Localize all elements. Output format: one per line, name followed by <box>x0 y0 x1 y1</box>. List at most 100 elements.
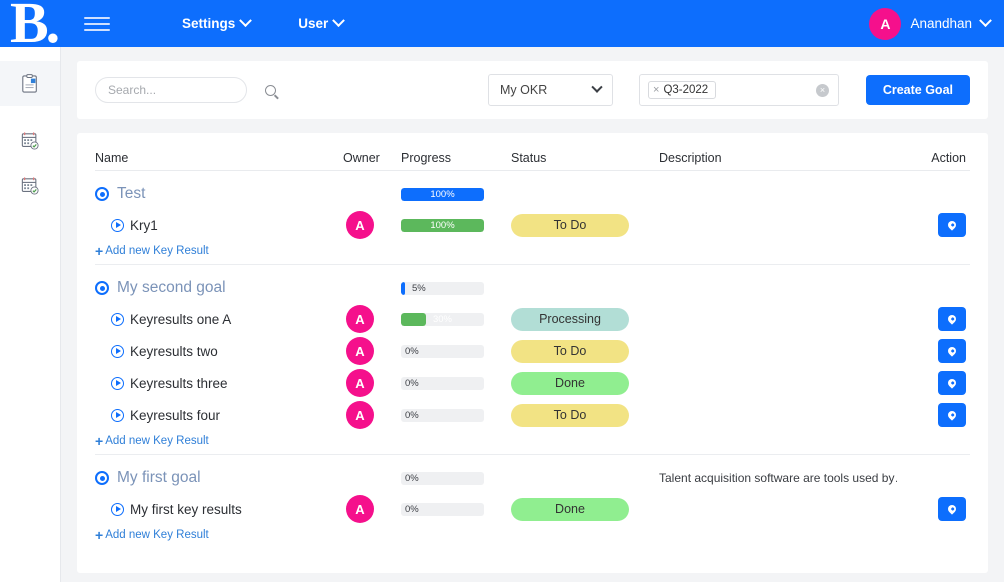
owner-cell: A <box>343 305 401 333</box>
goal-row: My second goal 5% <box>95 265 970 303</box>
nav-item-user[interactable]: User <box>298 14 346 31</box>
play-circle-icon <box>111 218 124 232</box>
key-result-progress-cell: 30% <box>401 312 511 326</box>
clear-tags-icon[interactable]: × <box>816 83 829 97</box>
locate-goal-button[interactable] <box>938 371 966 395</box>
key-result-status-cell: To Do <box>511 339 659 363</box>
key-result-name-label: Keyresults four <box>130 407 221 423</box>
column-header-action: Action <box>931 150 966 165</box>
key-result-name[interactable]: Keyresults one A <box>95 312 343 327</box>
goal-name-label: My second goal <box>117 279 226 296</box>
add-key-result-link[interactable]: + Add new Key Result <box>95 528 970 542</box>
key-result-name[interactable]: Keyresults three <box>95 376 343 391</box>
key-result-name-label: My first key results <box>130 501 242 517</box>
progress-label: 5% <box>412 282 426 294</box>
action-cell <box>897 497 970 521</box>
key-result-name[interactable]: Keyresults four <box>95 408 343 423</box>
avatar: A <box>346 337 374 365</box>
owner-cell: A <box>343 337 401 365</box>
play-circle-icon <box>111 502 124 516</box>
locate-goal-button[interactable] <box>938 403 966 427</box>
avatar: A <box>346 495 374 523</box>
goal-row: My first goal 0% Talent acquisition softwa… <box>95 455 970 493</box>
action-cell <box>897 213 970 237</box>
map-pin-icon <box>946 219 958 231</box>
progress-bar: 100% <box>401 218 484 232</box>
key-result-progress-cell: 0% <box>401 344 511 358</box>
sidebar-item-calendar-1[interactable] <box>0 118 60 163</box>
goal-name[interactable]: My second goal <box>95 279 343 297</box>
nav-user-label: User <box>298 16 329 31</box>
map-pin-icon <box>946 345 958 357</box>
nav-settings-label: Settings <box>182 16 236 31</box>
tag-chip[interactable]: × Q3-2022 <box>648 81 717 99</box>
okr-select-value: My OKR <box>500 83 548 97</box>
play-circle-icon <box>111 344 124 358</box>
table-row: Kry1 A 100% To Do <box>95 209 970 241</box>
avatar: A <box>346 369 374 397</box>
goal-row: Test 100% <box>95 171 970 209</box>
map-pin-icon <box>946 409 958 421</box>
action-cell <box>897 307 970 331</box>
add-key-result-link[interactable]: + Add new Key Result <box>95 244 970 258</box>
action-cell <box>897 339 970 363</box>
action-cell <box>897 371 970 395</box>
play-circle-icon <box>111 376 124 390</box>
column-header-description: Description <box>659 150 722 165</box>
owner-cell: A <box>343 495 401 523</box>
owner-cell: A <box>343 369 401 397</box>
chevron-down-icon <box>979 14 992 28</box>
create-goal-button[interactable]: Create Goal <box>865 75 970 105</box>
chevron-down-icon <box>332 14 346 28</box>
goal-name[interactable]: Test <box>95 185 343 203</box>
hamburger-bar <box>84 22 110 25</box>
target-icon <box>95 281 109 295</box>
progress-label: 100% <box>430 219 455 231</box>
key-result-name[interactable]: Keyresults two <box>95 344 343 359</box>
calendar-check-icon <box>21 176 39 195</box>
key-result-status-cell: Done <box>511 497 659 521</box>
locate-goal-button[interactable] <box>938 339 966 363</box>
chevron-down-icon <box>239 14 253 28</box>
search-icon <box>265 84 276 96</box>
goal-name-label: Test <box>117 185 146 202</box>
goal-name[interactable]: My first goal <box>95 469 343 487</box>
sidebar-item-calendar-2[interactable] <box>0 163 60 208</box>
add-key-result-label: Add new Key Result <box>105 435 209 447</box>
locate-goal-button[interactable] <box>938 213 966 237</box>
nav-item-settings[interactable]: Settings <box>182 14 253 31</box>
key-result-progress-cell: 0% <box>401 502 511 516</box>
progress-label: 0% <box>405 472 419 484</box>
key-result-name[interactable]: Kry1 <box>95 218 343 233</box>
progress-bar: 0% <box>401 344 484 358</box>
locate-goal-button[interactable] <box>938 497 966 521</box>
chip-remove-icon[interactable]: × <box>653 84 659 96</box>
okr-select[interactable]: My OKR <box>488 74 613 106</box>
add-key-result-link[interactable]: + Add new Key Result <box>95 434 970 448</box>
avatar: A <box>869 7 902 40</box>
progress-label: 0% <box>405 503 419 515</box>
search-input[interactable] <box>106 82 265 98</box>
key-result-name[interactable]: My first key results <box>95 502 343 517</box>
play-circle-icon <box>111 408 124 422</box>
locate-goal-button[interactable] <box>938 307 966 331</box>
sidebar-item-clipboard[interactable] <box>0 61 60 106</box>
progress-label: 0% <box>405 377 419 389</box>
chip-label: Q3-2022 <box>663 84 709 96</box>
progress-bar: 30% <box>401 312 484 326</box>
key-result-status-cell: To Do <box>511 403 659 427</box>
status-badge: Done <box>511 497 629 521</box>
play-circle-icon <box>111 312 124 326</box>
key-result-name-label: Kry1 <box>130 217 158 233</box>
status-badge: Done <box>511 371 629 395</box>
filter-toolbar: My OKR × Q3-2022 × Create Goal <box>77 61 988 119</box>
app-logo[interactable]: B. <box>0 0 68 47</box>
sidebar <box>0 47 61 582</box>
user-menu[interactable]: A Anandhan <box>869 0 992 47</box>
period-tag-input[interactable]: × Q3-2022 × <box>639 74 839 106</box>
key-result-status-cell: To Do <box>511 213 659 237</box>
key-result-name-label: Keyresults three <box>130 375 228 391</box>
status-badge: To Do <box>511 339 629 363</box>
search-box[interactable] <box>95 77 276 103</box>
hamburger-icon[interactable] <box>84 16 110 31</box>
